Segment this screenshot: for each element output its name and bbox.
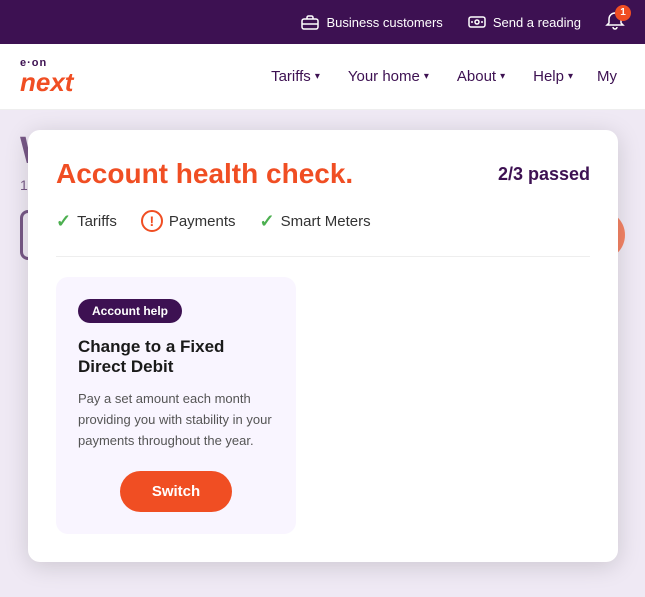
nav-my-label: My	[597, 68, 617, 85]
nav-your-home[interactable]: Your home ▾	[336, 60, 441, 93]
your-home-chevron-icon: ▾	[424, 71, 429, 82]
account-health-modal: Account health check. 2/3 passed ✓ Tarif…	[28, 130, 618, 562]
nav-my[interactable]: My	[589, 60, 625, 93]
send-reading-link[interactable]: Send a reading	[467, 12, 581, 32]
nav-items: Tariffs ▾ Your home ▾ About ▾ Help ▾ My	[259, 60, 625, 93]
nav-bar: e·on next Tariffs ▾ Your home ▾ About ▾ …	[0, 44, 645, 110]
notification-count: 1	[615, 5, 631, 21]
about-chevron-icon: ▾	[500, 71, 505, 82]
modal-overlay: Account health check. 2/3 passed ✓ Tarif…	[0, 110, 645, 597]
payments-check-label: Payments	[169, 213, 236, 230]
nav-about-label: About	[457, 68, 496, 85]
check-tariffs: ✓ Tariffs	[56, 211, 117, 232]
smart-meters-check-icon: ✓	[260, 211, 275, 232]
help-chevron-icon: ▾	[568, 71, 573, 82]
notification-bell[interactable]: 1	[605, 11, 625, 34]
account-help-card: Account help Change to a Fixed Direct De…	[56, 277, 296, 534]
smart-meters-check-label: Smart Meters	[281, 213, 371, 230]
send-reading-label: Send a reading	[493, 15, 581, 30]
nav-about[interactable]: About ▾	[445, 60, 517, 93]
page-background: We 192 G t paym payme ment is s after is…	[0, 110, 645, 597]
card-tag: Account help	[78, 299, 182, 323]
logo-next: next	[20, 69, 73, 95]
nav-tariffs[interactable]: Tariffs ▾	[259, 60, 332, 93]
meter-icon	[467, 12, 487, 32]
tariffs-check-label: Tariffs	[77, 213, 117, 230]
business-customers-label: Business customers	[326, 15, 442, 30]
modal-divider	[56, 256, 590, 257]
card-description: Pay a set amount each month providing yo…	[78, 389, 274, 451]
tariffs-chevron-icon: ▾	[315, 71, 320, 82]
top-bar: Business customers Send a reading 1	[0, 0, 645, 44]
check-payments: ! Payments	[141, 210, 236, 232]
card-title: Change to a Fixed Direct Debit	[78, 337, 274, 377]
payments-warning-icon: !	[141, 210, 163, 232]
bell-icon	[605, 19, 625, 34]
switch-button[interactable]: Switch	[120, 471, 232, 512]
logo[interactable]: e·on next	[20, 58, 73, 95]
nav-help-label: Help	[533, 68, 564, 85]
briefcase-icon	[300, 12, 320, 32]
nav-tariffs-label: Tariffs	[271, 68, 311, 85]
modal-header: Account health check. 2/3 passed	[56, 158, 590, 190]
modal-score: 2/3 passed	[498, 164, 590, 185]
tariffs-check-icon: ✓	[56, 211, 71, 232]
business-customers-link[interactable]: Business customers	[300, 12, 442, 32]
modal-checks: ✓ Tariffs ! Payments ✓ Smart Meters	[56, 210, 590, 232]
check-smart-meters: ✓ Smart Meters	[260, 211, 371, 232]
nav-help[interactable]: Help ▾	[521, 60, 585, 93]
modal-title: Account health check.	[56, 158, 353, 190]
nav-your-home-label: Your home	[348, 68, 420, 85]
